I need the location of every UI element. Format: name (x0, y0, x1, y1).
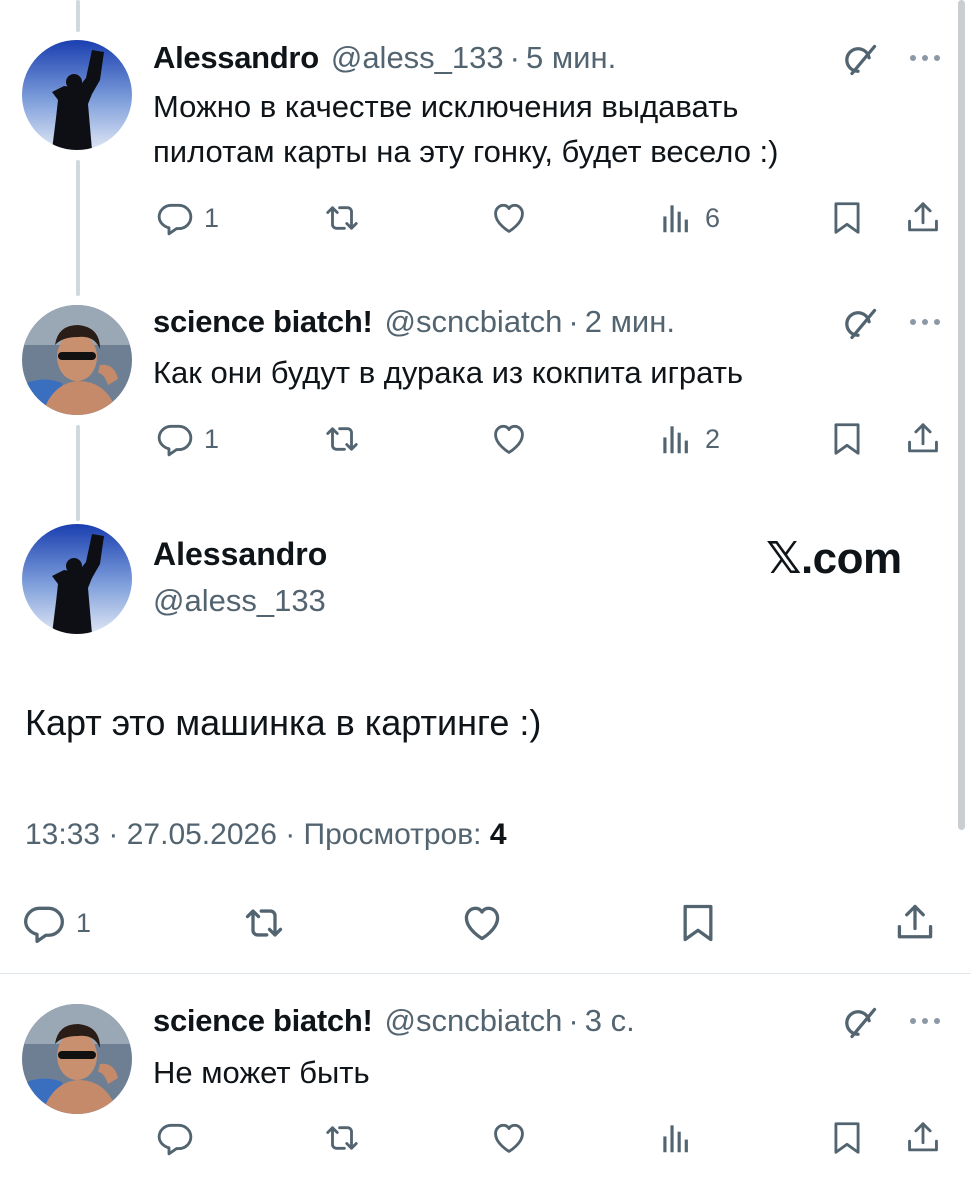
author-handle[interactable]: @scncbiatch (384, 304, 562, 340)
post-time[interactable]: 2 мин. (585, 304, 675, 340)
separator: · (568, 1003, 579, 1038)
avatar[interactable] (22, 305, 132, 415)
views-total[interactable]: 4 (490, 818, 507, 851)
grok-icon[interactable] (843, 1005, 879, 1041)
more-icon[interactable] (905, 52, 945, 64)
share-icon (904, 1119, 942, 1157)
main-author-handle[interactable]: @aless_133 (153, 583, 326, 619)
more-icon[interactable] (905, 316, 945, 328)
action-bar: 1 6 (0, 198, 971, 238)
share-button[interactable] (904, 198, 942, 238)
avatar[interactable] (22, 40, 132, 150)
views-count: 2 (705, 423, 721, 454)
bookmark-button[interactable] (828, 198, 866, 238)
avatar[interactable] (22, 1004, 132, 1114)
author-name[interactable]: science biatch! (153, 304, 373, 340)
post-time[interactable]: 3 с. (585, 1003, 635, 1039)
like-button[interactable] (490, 198, 528, 238)
main-author-name[interactable]: Alessandro (153, 536, 327, 573)
separator: · (568, 304, 579, 339)
like-button[interactable] (460, 900, 504, 946)
author-name[interactable]: Alessandro (153, 40, 319, 76)
reply-header: science biatch! @scncbiatch · 3 с. (153, 1001, 635, 1041)
retweet-icon (323, 420, 361, 458)
views-button[interactable]: 2 (657, 419, 720, 459)
author-handle[interactable]: @scncbiatch (384, 1003, 562, 1039)
bookmark-icon (828, 420, 866, 458)
reply-header: science biatch! @scncbiatch · 2 мин. (153, 302, 675, 342)
bookmark-icon (676, 901, 720, 945)
reply-icon (156, 199, 194, 237)
like-button[interactable] (490, 1118, 528, 1158)
retweet-button[interactable] (323, 198, 361, 238)
reply-button[interactable] (156, 1118, 194, 1158)
divider (0, 973, 971, 974)
share-button[interactable] (893, 900, 937, 946)
reply-button[interactable]: 1 (156, 198, 219, 238)
reply-icon (156, 420, 194, 458)
reply-count: 1 (204, 202, 220, 233)
like-icon (490, 1119, 528, 1157)
reply-count: 1 (76, 907, 92, 938)
reply-count: 1 (204, 423, 220, 454)
reply-text-line: Можно в качестве исключения выдавать (153, 89, 739, 124)
reply-button[interactable]: 1 (22, 900, 91, 946)
share-icon (893, 901, 937, 945)
views-icon (657, 199, 695, 237)
retweet-icon (323, 1119, 361, 1157)
grok-icon[interactable] (843, 306, 879, 342)
share-icon (904, 420, 942, 458)
more-icon[interactable] (905, 1015, 945, 1027)
bookmark-icon (828, 1119, 866, 1157)
post-time[interactable]: 5 мин. (526, 40, 616, 76)
bookmark-button[interactable] (676, 900, 720, 946)
reply-text-line: пилотам карты на эту гонку, будет весело… (153, 134, 779, 169)
like-icon (460, 901, 504, 945)
xcom-watermark: 𝕏.com (766, 534, 902, 583)
like-icon (490, 199, 528, 237)
action-bar: 1 2 (0, 419, 971, 459)
bookmark-button[interactable] (828, 419, 866, 459)
retweet-button[interactable] (323, 419, 361, 459)
share-button[interactable] (904, 1118, 942, 1158)
views-count: 6 (705, 202, 721, 233)
author-name[interactable]: science biatch! (153, 1003, 373, 1039)
separator: · (509, 40, 520, 75)
retweet-button[interactable] (242, 900, 286, 946)
action-bar (0, 1118, 971, 1158)
main-action-bar: 1 (0, 900, 971, 946)
views-icon (657, 1119, 695, 1157)
author-handle[interactable]: @aless_133 (331, 40, 504, 76)
reply-text: Можно в качестве исключения выдавать пил… (153, 84, 779, 174)
reply-text: Не может быть (153, 1055, 370, 1090)
like-icon (490, 420, 528, 458)
share-button[interactable] (904, 419, 942, 459)
retweet-button[interactable] (323, 1118, 361, 1158)
views-button[interactable]: 6 (657, 198, 720, 238)
retweet-icon (323, 199, 361, 237)
views-button[interactable] (657, 1118, 695, 1158)
retweet-icon (242, 901, 286, 945)
avatar[interactable] (22, 524, 132, 634)
post-meta: 13:33 · 27.05.2026 · Просмотров: 4 (25, 818, 507, 852)
reply-text-line: Как они будут в дурака из кокпита играть (153, 355, 744, 390)
share-icon (904, 199, 942, 237)
thread-line (76, 0, 80, 32)
reply-icon (156, 1119, 194, 1157)
grok-icon[interactable] (843, 42, 879, 78)
like-button[interactable] (490, 419, 528, 459)
reply-button[interactable]: 1 (156, 419, 219, 459)
reply-text: Как они будут в дурака из кокпита играть (153, 350, 743, 395)
timestamp[interactable]: 13:33 · 27.05.2026 · Просмотров: (25, 818, 482, 851)
bookmark-button[interactable] (828, 1118, 866, 1158)
reply-icon (22, 901, 66, 945)
views-icon (657, 420, 695, 458)
bookmark-icon (828, 199, 866, 237)
main-post-text: Карт это машинка в картинге :) (25, 702, 542, 743)
scrollbar[interactable] (958, 0, 965, 830)
reply-header: Alessandro @aless_133 · 5 мин. (153, 38, 616, 78)
